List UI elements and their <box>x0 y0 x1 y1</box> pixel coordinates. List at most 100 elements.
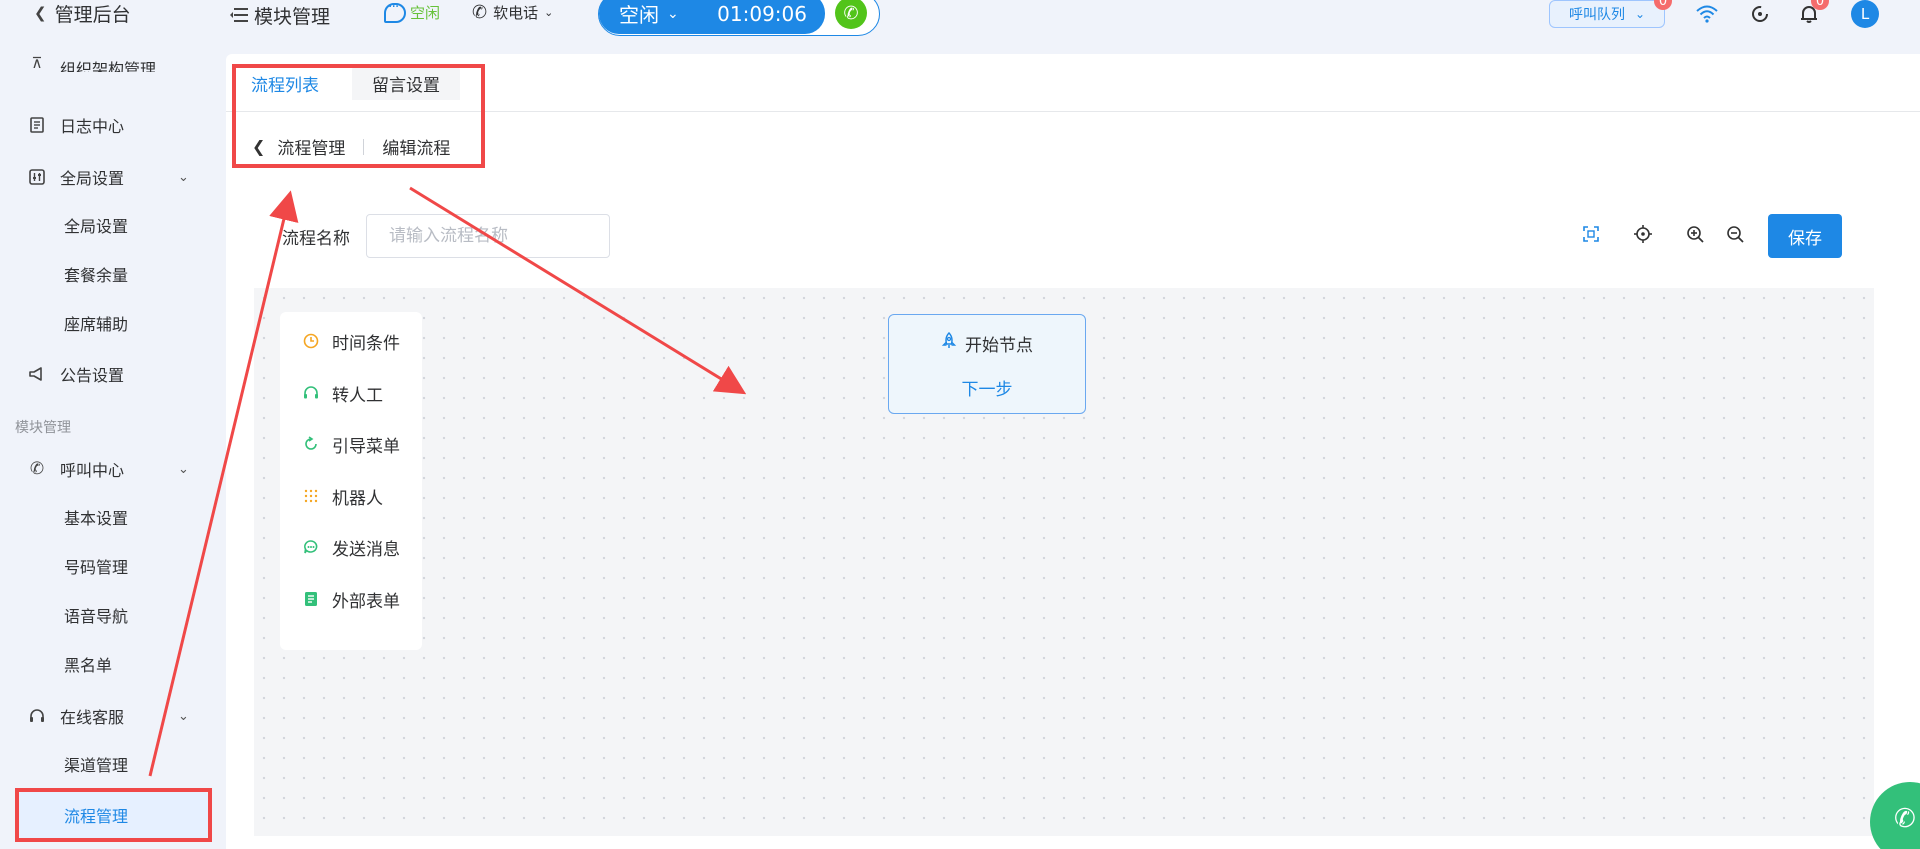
chat-icon <box>302 538 320 556</box>
sidebar-item-label: 在线客服 <box>60 708 125 727</box>
call-widget: 空闲 ⌄ 01:09:06 ✆ <box>598 0 880 36</box>
save-button[interactable]: 保存 <box>1768 214 1842 258</box>
chevron-down-icon: ⌄ <box>178 708 189 724</box>
flow-canvas[interactable]: 时间条件 转人工 引导菜单 机器人 发送消息 外部表单 开始节点 下一步 <box>254 288 1874 836</box>
chevron-down-icon: ⌄ <box>1634 7 1646 21</box>
tab-message-settings[interactable]: 留言设置 <box>352 66 460 100</box>
clock-icon <box>302 332 320 350</box>
fit-view-icon[interactable] <box>1579 222 1603 246</box>
sidebar-sub-channel-management[interactable]: 渠道管理 <box>64 749 128 779</box>
refresh-icon <box>302 435 320 453</box>
sidebar-item-label: 日志中心 <box>60 117 125 136</box>
agent-status-label: 空闲 <box>410 4 441 22</box>
palette-item-label: 机器人 <box>332 488 383 509</box>
sidebar-item-online-service[interactable]: 在线客服 ⌄ <box>28 701 189 731</box>
softphone-label: 软电话 <box>493 4 539 22</box>
chevron-down-icon: ⌄ <box>544 6 554 19</box>
sidebar-section-module: 模块管理 <box>15 420 71 436</box>
menu-fold-icon <box>230 8 248 22</box>
next-step-link[interactable]: 下一步 <box>889 375 1085 400</box>
phone-icon: ✆ <box>472 2 488 23</box>
flow-name-input[interactable] <box>366 214 610 258</box>
call-queue-dropdown[interactable]: 呼叫队列 ⌄ <box>1549 0 1665 28</box>
sidebar-item-label: 全局设置 <box>60 169 125 188</box>
megaphone-icon <box>28 365 46 383</box>
breadcrumb: ❮ 流程管理 编辑流程 <box>252 134 450 159</box>
chevron-down-icon: ⌄ <box>178 461 189 477</box>
node-palette: 时间条件 转人工 引导菜单 机器人 发送消息 外部表单 <box>280 312 422 650</box>
answer-call-button[interactable]: ✆ <box>835 0 867 29</box>
sidebar-item-org[interactable]: ⊼ 组织架构管理 <box>28 56 157 72</box>
softphone-dropdown[interactable]: ✆ 软电话 ⌄ <box>472 2 553 23</box>
wifi-icon <box>1694 2 1720 26</box>
sidebar-item-logs[interactable]: 日志中心 <box>28 110 124 140</box>
sidebar-sub-ivr[interactable]: 语音导航 <box>64 600 128 630</box>
start-node-title: 开始节点 <box>965 336 1033 356</box>
sidebar-item-call-center[interactable]: ✆ 呼叫中心 ⌄ <box>28 454 189 484</box>
settings-sliders-icon <box>28 168 46 186</box>
sidebar-sub-seat-assist[interactable]: 座席辅助 <box>64 308 128 338</box>
palette-item-label: 转人工 <box>332 385 383 406</box>
palette-item-label: 外部表单 <box>332 591 400 612</box>
back-arrow-icon[interactable]: ❮ <box>252 137 265 156</box>
breadcrumb-divider <box>363 138 365 155</box>
palette-item-guide-menu[interactable]: 引导菜单 <box>302 429 400 459</box>
sidebar-item-label: 组织架构管理 <box>60 60 157 72</box>
breadcrumb-current: 编辑流程 <box>382 139 451 159</box>
sidebar-item-global-settings[interactable]: 全局设置 ⌄ <box>28 162 189 192</box>
zoom-out-icon[interactable] <box>1723 222 1747 246</box>
user-avatar[interactable]: L <box>1851 0 1879 28</box>
headset-icon <box>302 384 320 402</box>
palette-item-transfer-agent[interactable]: 转人工 <box>302 378 383 408</box>
palette-item-label: 引导菜单 <box>332 436 400 457</box>
palette-item-external-form[interactable]: 外部表单 <box>302 584 400 614</box>
phone-icon: ✆ <box>29 459 45 479</box>
palette-item-send-message[interactable]: 发送消息 <box>302 532 400 562</box>
flow-name-row: 流程名称 <box>282 214 610 258</box>
headset-icon <box>28 707 46 725</box>
sidebar-sub-basic-settings[interactable]: 基本设置 <box>64 502 128 532</box>
palette-item-time-condition[interactable]: 时间条件 <box>302 326 400 356</box>
breadcrumb-parent[interactable]: 流程管理 <box>277 134 345 159</box>
phone-icon: ✆ <box>1894 804 1916 834</box>
phone-icon: ✆ <box>843 2 859 24</box>
tab-flow-list[interactable]: 流程列表 <box>238 66 332 100</box>
chevron-down-icon: ⌄ <box>178 169 189 185</box>
flow-name-label: 流程名称 <box>282 228 350 249</box>
main-panel: 流程列表 留言设置 ❮ 流程管理 编辑流程 流程名称 保存 时间条件 <box>226 54 1920 849</box>
queue-label: 呼叫队列 <box>1568 7 1625 23</box>
sidebar-sub-number-management[interactable]: 号码管理 <box>64 551 128 581</box>
module-title: 模块管理 <box>254 5 331 28</box>
palette-item-robot[interactable]: 机器人 <box>302 481 383 511</box>
sidebar-sub-global-settings[interactable]: 全局设置 <box>64 210 128 240</box>
call-status-dropdown[interactable]: 空闲 ⌄ 01:09:06 <box>599 0 825 34</box>
sidebar-sub-flow-management[interactable]: 流程管理 <box>64 800 128 830</box>
org-icon: ⊼ <box>31 56 43 72</box>
call-timer: 01:09:06 <box>717 1 807 26</box>
rocket-icon <box>941 331 957 355</box>
chevron-down-icon: ⌄ <box>667 5 679 22</box>
module-menu-toggle[interactable]: 模块管理 <box>230 2 330 28</box>
sidebar-item-label: 公告设置 <box>60 366 125 385</box>
chevron-left-icon: ❮ <box>34 4 47 22</box>
sidebar-sub-blacklist[interactable]: 黑名单 <box>64 649 112 679</box>
start-node[interactable]: 开始节点 下一步 <box>888 314 1086 414</box>
tab-bar: 流程列表 留言设置 <box>226 54 1920 112</box>
form-icon <box>302 590 320 608</box>
start-node-title-row: 开始节点 <box>889 331 1085 356</box>
back-label: 管理后台 <box>54 3 131 26</box>
sidebar-item-notice[interactable]: 公告设置 <box>28 359 124 389</box>
call-status-label: 空闲 <box>619 3 659 27</box>
locate-center-icon[interactable] <box>1631 222 1655 246</box>
zoom-in-icon[interactable] <box>1683 222 1707 246</box>
palette-item-label: 发送消息 <box>332 539 400 560</box>
chat-bubble-icon <box>384 0 406 23</box>
sidebar: ⊼ 组织架构管理 日志中心 全局设置 ⌄ 全局设置 套餐余量 座席辅助 公告设置… <box>0 28 220 849</box>
agent-status[interactable]: 空闲 <box>384 0 441 23</box>
sidebar-item-label: 呼叫中心 <box>60 461 125 480</box>
sidebar-sub-package-balance[interactable]: 套餐余量 <box>64 259 128 289</box>
refresh-icon[interactable] <box>1747 2 1773 26</box>
top-bar: ❮ 管理后台 模块管理 空闲 ✆ 软电话 ⌄ 空闲 ⌄ 01:09:06 ✆ 呼… <box>0 0 1920 36</box>
back-to-admin-link[interactable]: ❮ 管理后台 <box>34 0 131 26</box>
log-icon <box>28 116 46 134</box>
